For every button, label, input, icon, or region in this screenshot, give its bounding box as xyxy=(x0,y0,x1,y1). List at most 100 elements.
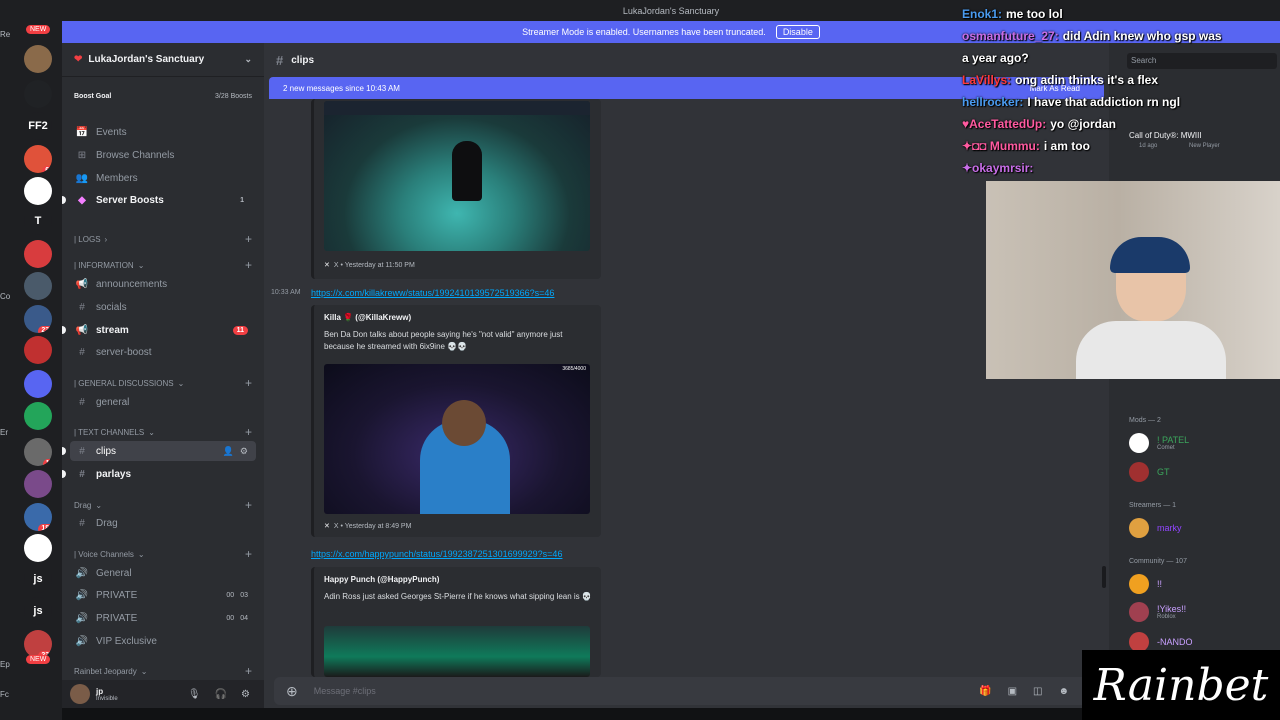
member-name: !! xyxy=(1157,579,1163,589)
category-drag[interactable]: Drag ⌄ + xyxy=(70,497,256,513)
server-icon[interactable] xyxy=(24,534,52,562)
channel-clips[interactable]: # clips 👤 ⚙ xyxy=(62,441,256,461)
hash-icon: # xyxy=(79,396,85,408)
member-item[interactable]: marky xyxy=(1129,517,1279,539)
embed-author[interactable]: Killa 🌹 (@KillaKreww) xyxy=(324,313,411,322)
server-icon[interactable] xyxy=(24,336,52,364)
category-label: | LOGS xyxy=(74,234,101,244)
category-label: Drag xyxy=(74,500,92,510)
message-composer[interactable]: ⊕ Message #clips 🎁 ▣ ◫ ☻ xyxy=(274,677,1099,705)
channel-label: server-boost xyxy=(96,346,152,358)
category-voice-channels[interactable]: | Voice Channels ⌄ + xyxy=(70,546,256,562)
add-attachment-icon[interactable]: ⊕ xyxy=(286,683,298,700)
channel-socials[interactable]: # socials xyxy=(70,297,256,317)
add-channel-icon[interactable]: + xyxy=(245,498,252,512)
category-rainbet-jeopardy[interactable]: Rainbet Jeopardy ⌄ + xyxy=(70,663,256,679)
tweet-link[interactable]: https://x.com/happypunch/status/19923872… xyxy=(311,549,562,559)
embed-video-thumbnail[interactable] xyxy=(324,101,590,251)
channel-server-boost[interactable]: # server-boost xyxy=(70,342,256,362)
channel-announcements[interactable]: 📢 announcements xyxy=(70,274,256,294)
gear-icon[interactable]: ⚙ xyxy=(240,446,248,457)
chat-username: ♥AceTattedUp: xyxy=(962,117,1047,131)
chat-username: LaVillys: xyxy=(962,73,1012,87)
new-messages-text: 2 new messages since 10:43 AM xyxy=(283,83,400,93)
server-icon[interactable]: FF2 xyxy=(24,112,52,140)
add-channel-icon[interactable]: + xyxy=(245,232,252,246)
add-channel-icon[interactable]: + xyxy=(245,547,252,561)
server-icon[interactable]: 239 xyxy=(24,305,52,333)
member-item[interactable]: !! xyxy=(1129,573,1279,595)
voice-channel-private-2[interactable]: 🔊 PRIVATE 00 04 xyxy=(70,608,256,628)
server-icon[interactable]: T xyxy=(24,207,52,235)
sidebar-item-members[interactable]: 👥 Members xyxy=(70,168,256,188)
channel-stream[interactable]: 📢 stream 11 xyxy=(62,320,256,340)
server-icon[interactable]: 185 xyxy=(24,503,52,531)
gift-icon[interactable]: 🎁 xyxy=(979,686,991,697)
chat-text: a year ago? xyxy=(962,51,1029,65)
member-item[interactable]: !Yikes!! Roblox xyxy=(1129,601,1279,623)
channel-general[interactable]: # general xyxy=(70,392,256,412)
category-general-discussions[interactable]: | GENERAL DISCUSSIONS ⌄ + xyxy=(70,375,256,391)
server-icon[interactable]: js xyxy=(24,597,52,625)
category-text-channels[interactable]: | TEXT CHANNELS ⌄ + xyxy=(70,424,256,440)
category-information[interactable]: | INFORMATION ⌄ + xyxy=(70,257,256,273)
scrollbar[interactable] xyxy=(1102,566,1106,588)
sidebar-item-browse-channels[interactable]: ⊞ Browse Channels xyxy=(70,145,256,165)
channel-parlays[interactable]: # parlays xyxy=(62,464,256,484)
gif-icon[interactable]: ▣ xyxy=(1008,686,1017,697)
member-item[interactable]: ! PATEL Comet xyxy=(1129,432,1279,454)
mods-header: Mods — 2 xyxy=(1129,417,1161,424)
avatar[interactable] xyxy=(70,684,90,704)
server-header[interactable]: ❤ LukaJordan's Sanctuary ⌄ xyxy=(62,43,264,77)
chat-message: LaVillys: ong adin thinks it's a flex xyxy=(962,69,1280,91)
chevron-down-icon: ⌄ xyxy=(140,666,148,676)
headphones-icon[interactable]: 🎧 xyxy=(215,689,227,700)
add-channel-icon[interactable]: + xyxy=(245,664,252,678)
server-icon[interactable] xyxy=(24,272,52,300)
boost-goal[interactable]: Boost Goal 3/28 Boosts xyxy=(70,86,256,106)
voice-channel-vip[interactable]: 🔊 VIP Exclusive xyxy=(70,631,256,651)
invite-icon[interactable]: 👤 xyxy=(223,446,234,457)
voice-channel-general[interactable]: 🔊 General xyxy=(70,563,256,583)
embed-video-thumbnail[interactable]: 3685/4000 xyxy=(324,364,590,514)
sidebar-item-server-boosts[interactable]: ◆ Server Boosts 1 xyxy=(62,190,256,210)
server-icon[interactable] xyxy=(24,80,52,108)
chat-message: ✦◘◘ Mummu: i am too xyxy=(962,135,1280,157)
server-icon[interactable]: 237 xyxy=(24,630,52,658)
server-icon[interactable]: 62 xyxy=(24,145,52,173)
channel-drag[interactable]: # Drag xyxy=(70,513,256,533)
embed-author[interactable]: Happy Punch (@HappyPunch) xyxy=(324,575,439,584)
message-input[interactable]: Message #clips xyxy=(314,686,376,696)
server-icon[interactable] xyxy=(24,45,52,73)
avatar xyxy=(1129,462,1149,482)
embed-video-thumbnail[interactable] xyxy=(324,626,590,677)
add-channel-icon[interactable]: + xyxy=(245,258,252,272)
server-icon[interactable]: 11 xyxy=(24,438,52,466)
disable-button[interactable]: Disable xyxy=(775,25,820,39)
tweet-embed: Killa 🌹 (@KillaKreww) Ben Da Don talks a… xyxy=(311,305,601,537)
category-logs[interactable]: | LOGS › + xyxy=(70,231,256,247)
members-icon: 👥 xyxy=(75,172,89,184)
server-icon[interactable]: js xyxy=(24,565,52,593)
server-icon[interactable] xyxy=(24,370,52,398)
add-channel-icon[interactable]: + xyxy=(245,376,252,390)
server-icon[interactable] xyxy=(24,470,52,498)
sidebar-item-events[interactable]: 📅 Events xyxy=(70,122,256,142)
tweet-link[interactable]: https://x.com/killakreww/status/19924101… xyxy=(311,288,554,298)
add-channel-icon[interactable]: + xyxy=(245,425,252,439)
sticker-icon[interactable]: ◫ xyxy=(1033,686,1042,697)
voice-channel-private-1[interactable]: 🔊 PRIVATE 00 03 xyxy=(70,585,256,605)
server-icon[interactable] xyxy=(24,240,52,268)
server-icon[interactable] xyxy=(24,177,52,205)
chat-text: I have that addiction rn ngl xyxy=(1027,95,1181,109)
mention-badge: 239 xyxy=(38,326,52,333)
chevron-down-icon: ⌄ xyxy=(137,549,145,559)
microphone-icon[interactable]: 🎙 xyxy=(188,689,201,700)
left-strip-label: Er xyxy=(0,428,8,437)
server-icon[interactable] xyxy=(24,402,52,430)
member-item[interactable]: GT xyxy=(1129,461,1279,483)
member-activity: Roblox xyxy=(1157,614,1176,620)
emoji-icon[interactable]: ☻ xyxy=(1058,686,1069,697)
channel-label: clips xyxy=(96,445,117,457)
gear-icon[interactable]: ⚙ xyxy=(241,689,250,700)
